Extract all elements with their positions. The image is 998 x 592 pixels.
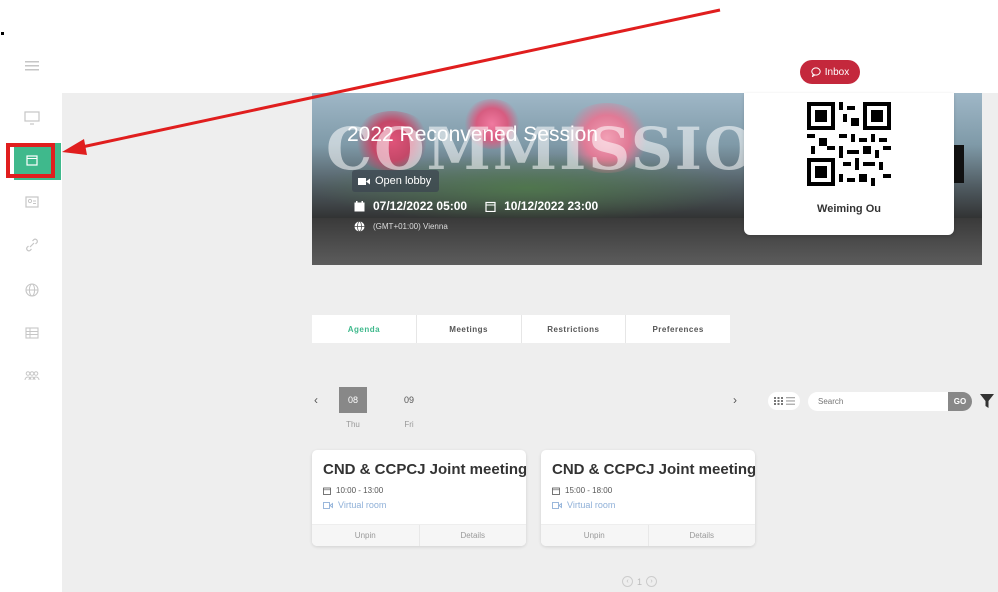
- end-date: 10/12/2022 23:00: [485, 199, 598, 213]
- meeting-card[interactable]: CND & CCPCJ Joint meeting 10:00 - 13:00 …: [312, 450, 526, 546]
- id-card-icon[interactable]: [22, 192, 42, 212]
- qr-code: [807, 102, 891, 186]
- unpin-button[interactable]: Unpin: [312, 525, 420, 546]
- people-icon[interactable]: [22, 366, 42, 386]
- next-day-button[interactable]: ›: [733, 393, 737, 407]
- details-button[interactable]: Details: [649, 525, 756, 546]
- tab-agenda[interactable]: Agenda: [312, 315, 417, 343]
- meeting-card[interactable]: CND & CCPCJ Joint meeting 15:00 - 18:00 …: [541, 450, 755, 546]
- tab-preferences[interactable]: Preferences: [626, 315, 730, 343]
- calendar-icon: [485, 201, 496, 212]
- open-lobby-label: Open lobby: [375, 175, 432, 187]
- meeting-title: CND & CCPCJ Joint meeting: [323, 461, 526, 478]
- view-toggle[interactable]: [768, 392, 800, 410]
- profile-card: Weiming Ou: [744, 93, 954, 235]
- details-button[interactable]: Details: [420, 525, 527, 546]
- annotation-highlight-box: [6, 143, 55, 178]
- calendar-icon: [552, 487, 560, 495]
- prev-page-button[interactable]: ‹: [622, 576, 633, 587]
- prev-day-button[interactable]: ‹: [314, 393, 318, 407]
- link-icon[interactable]: [22, 235, 42, 255]
- meeting-time-text: 15:00 - 18:00: [565, 486, 613, 495]
- calendar-filled-icon: [354, 200, 365, 211]
- page: COMMISSIONS 2022 Reconvened Session Open…: [0, 0, 998, 592]
- end-date-text: 10/12/2022 23:00: [504, 199, 599, 213]
- event-title: 2022 Reconvened Session: [347, 123, 599, 146]
- date-chip-thu[interactable]: 08: [339, 387, 367, 413]
- globe-icon[interactable]: [22, 280, 42, 300]
- start-date-text: 07/12/2022 05:00: [373, 199, 468, 213]
- weekday-thu: Thu: [346, 420, 360, 429]
- event-tabs: Agenda Meetings Restrictions Preferences: [312, 315, 730, 343]
- meeting-room-link[interactable]: Virtual room: [567, 500, 615, 510]
- event-dates: 07/12/2022 05:00 10/12/2022 23:00: [354, 199, 598, 213]
- meeting-card-actions: Unpin Details: [541, 524, 755, 546]
- video-camera-icon: [552, 501, 562, 509]
- stray-dot: [1, 32, 4, 35]
- meeting-room-link[interactable]: Virtual room: [338, 500, 386, 510]
- tab-restrictions[interactable]: Restrictions: [522, 315, 627, 343]
- globe-icon: [354, 221, 365, 232]
- page-number: 1: [637, 576, 643, 587]
- video-camera-icon: [358, 177, 370, 185]
- meeting-room[interactable]: Virtual room: [552, 500, 615, 510]
- video-camera-icon: [323, 501, 333, 509]
- weekday-fri: Fri: [404, 420, 414, 429]
- user-name: Weiming Ou: [817, 203, 881, 215]
- next-page-button[interactable]: ›: [646, 576, 658, 587]
- meeting-time: 10:00 - 13:00: [323, 486, 383, 495]
- search-input[interactable]: [808, 392, 948, 411]
- meeting-card-actions: Unpin Details: [312, 524, 526, 546]
- inbox-label: Inbox: [824, 66, 850, 78]
- timezone: (GMT+01:00) Vienna: [354, 221, 448, 232]
- pagination: ‹ 1 ›: [622, 576, 658, 587]
- timezone-text: (GMT+01:00) Vienna: [373, 222, 448, 231]
- tab-meetings[interactable]: Meetings: [417, 315, 522, 343]
- search-go-button[interactable]: GO: [948, 392, 972, 411]
- inbox-button[interactable]: Inbox: [800, 60, 860, 84]
- start-date: 07/12/2022 05:00: [354, 199, 467, 213]
- meeting-time-text: 10:00 - 13:00: [336, 486, 384, 495]
- open-lobby-button[interactable]: Open lobby: [352, 170, 440, 192]
- sidebar: [0, 0, 62, 592]
- table-icon[interactable]: [22, 323, 42, 343]
- date-chip-fri[interactable]: 09: [395, 387, 423, 413]
- calendar-icon: [323, 487, 331, 495]
- grid-view-icon: [773, 397, 783, 405]
- filter-icon[interactable]: [980, 393, 994, 409]
- monitor-icon[interactable]: [22, 108, 42, 128]
- meeting-time: 15:00 - 18:00: [552, 486, 612, 495]
- chat-bubble-icon: [811, 67, 821, 77]
- meeting-room[interactable]: Virtual room: [323, 500, 386, 510]
- list-view-icon: [785, 397, 795, 405]
- unpin-button[interactable]: Unpin: [541, 525, 649, 546]
- hamburger-menu-icon[interactable]: [22, 56, 42, 76]
- meeting-title: CND & CCPCJ Joint meeting: [552, 461, 755, 478]
